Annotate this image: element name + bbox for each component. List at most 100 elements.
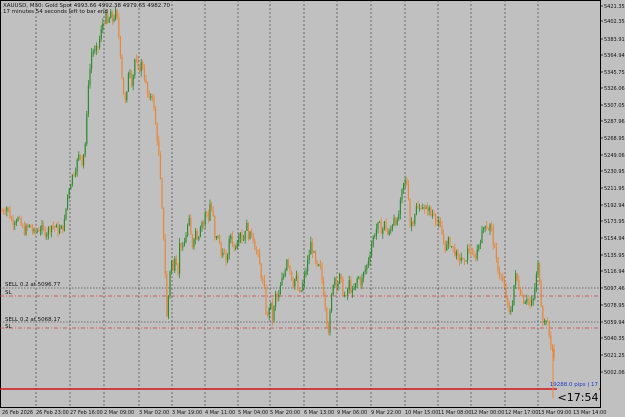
candle-body bbox=[126, 91, 128, 101]
candle-body bbox=[207, 213, 209, 221]
candle-body bbox=[4, 212, 6, 213]
price-tick-label: 5059.94 bbox=[604, 320, 625, 326]
candle-body bbox=[35, 229, 37, 233]
candle-body bbox=[428, 207, 430, 212]
candle-body bbox=[54, 226, 56, 228]
price-tick-label: 5326.06 bbox=[604, 86, 625, 92]
candle-body bbox=[211, 204, 213, 211]
candle-body bbox=[219, 235, 221, 244]
time-tick-label: 11 Mar 08:00 bbox=[438, 410, 471, 416]
candle-body bbox=[511, 305, 513, 311]
candle-body bbox=[332, 284, 334, 295]
candle-body bbox=[436, 221, 438, 223]
candle-body bbox=[3, 211, 5, 213]
candle-body bbox=[415, 205, 417, 215]
candle-body bbox=[279, 285, 281, 295]
candle-body bbox=[33, 229, 35, 232]
candle-body bbox=[52, 225, 54, 227]
candle-body bbox=[115, 9, 117, 19]
time-tick-label: 10 Mar 15:00 bbox=[405, 410, 438, 416]
candle-body bbox=[164, 238, 166, 274]
candle-body bbox=[358, 277, 360, 279]
candle-body bbox=[297, 275, 299, 290]
candle-body bbox=[9, 209, 11, 219]
candle-body bbox=[515, 273, 517, 286]
candle-body bbox=[43, 224, 45, 229]
candle-body bbox=[147, 82, 149, 94]
candle-body bbox=[553, 349, 555, 358]
candle-body bbox=[111, 11, 113, 22]
candle-body bbox=[100, 29, 102, 40]
candle-body bbox=[129, 73, 131, 74]
candle-body bbox=[502, 276, 504, 282]
pips-label: 19288.0 pips | 17 bbox=[550, 382, 599, 388]
candle-body bbox=[454, 247, 456, 256]
candle-body bbox=[302, 283, 304, 291]
chart-window[interactable]: 5421.35 5402.35 5383.91 5364.94 5345.75 5326.… bbox=[0, 0, 625, 417]
candle-body bbox=[396, 219, 398, 225]
candle-body bbox=[7, 207, 9, 210]
candle-body bbox=[374, 235, 376, 237]
candle-body bbox=[212, 210, 214, 216]
candle-body bbox=[179, 243, 181, 274]
candle-body bbox=[116, 9, 118, 18]
candle-body bbox=[543, 321, 545, 323]
candle-body bbox=[401, 189, 403, 200]
candle-body bbox=[547, 320, 549, 323]
candle-body bbox=[494, 244, 496, 248]
candle-body bbox=[286, 259, 288, 271]
candle-body bbox=[383, 221, 385, 229]
candle-body bbox=[295, 275, 297, 279]
candle-body bbox=[230, 235, 232, 240]
candle-body bbox=[398, 214, 400, 220]
candle-body bbox=[492, 226, 494, 245]
candle-body bbox=[83, 154, 85, 166]
candle-body bbox=[167, 295, 169, 317]
candle-body bbox=[550, 335, 552, 345]
candle-body bbox=[220, 243, 222, 256]
candle-body bbox=[423, 207, 425, 209]
candle-body bbox=[243, 239, 245, 241]
candle-body bbox=[78, 154, 80, 160]
price-tick-label: 5211.95 bbox=[604, 186, 625, 192]
candle-body bbox=[143, 68, 145, 79]
order-label-1: SELL 0.2 at 5096.77 bbox=[5, 282, 61, 288]
candle-body bbox=[491, 224, 493, 227]
candle-body bbox=[153, 96, 155, 109]
candle-body bbox=[372, 236, 374, 246]
candle-body bbox=[49, 227, 51, 232]
candle-body bbox=[473, 254, 475, 257]
time-tick-label: 3 Mar 19:00 bbox=[172, 410, 202, 416]
candle-body bbox=[142, 62, 144, 69]
candle-body bbox=[57, 225, 59, 234]
price-chart[interactable]: 5421.35 5402.35 5383.91 5364.94 5345.75 5326.… bbox=[0, 0, 625, 417]
candle-body bbox=[331, 294, 333, 312]
candle-body bbox=[271, 302, 273, 321]
candle-body bbox=[175, 258, 177, 265]
candle-body bbox=[31, 227, 33, 232]
price-tick-label: 5287.96 bbox=[604, 119, 625, 125]
time-tick-label: 26 Feb 23:00 bbox=[36, 410, 69, 416]
candle-body bbox=[487, 228, 489, 231]
candle-body bbox=[203, 222, 205, 225]
candle-body bbox=[281, 277, 283, 286]
candle-body bbox=[516, 273, 518, 281]
candle-body bbox=[355, 283, 357, 289]
candle-body bbox=[476, 249, 478, 259]
candle-body bbox=[119, 36, 121, 57]
candle-body bbox=[540, 283, 542, 307]
candle-body bbox=[110, 11, 112, 19]
candle-body bbox=[225, 253, 227, 262]
candle-body bbox=[273, 306, 275, 321]
candle-body bbox=[92, 51, 94, 54]
candle-body bbox=[70, 184, 72, 190]
candle-body bbox=[148, 93, 150, 98]
candle-body bbox=[531, 300, 533, 306]
candle-body bbox=[19, 217, 21, 219]
candle-body bbox=[350, 280, 352, 293]
candle-body bbox=[134, 59, 136, 76]
candle-body bbox=[321, 265, 323, 281]
candle-body bbox=[46, 234, 48, 237]
candle-body bbox=[260, 264, 262, 279]
candle-body bbox=[371, 245, 373, 256]
